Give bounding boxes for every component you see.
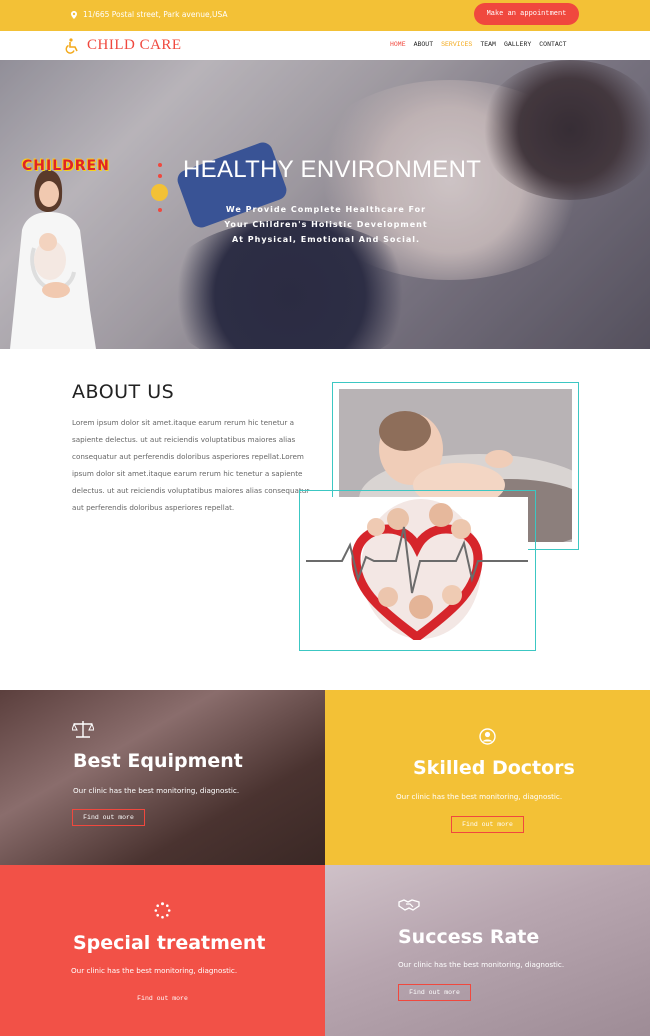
family-heart-photo: [306, 497, 528, 640]
feature-desc: Our clinic has the best monitoring, diag…: [396, 792, 563, 801]
mother-baby-image: [10, 170, 96, 349]
hero-title: HEALTHY ENVIRONMENT: [183, 156, 482, 183]
make-appointment-button[interactable]: Make an appointment: [474, 3, 579, 25]
find-out-more-button[interactable]: Find out more: [126, 990, 199, 1007]
children-badge: CHILDREN: [22, 158, 110, 174]
feature-skilled-doctors: Skilled Doctors Our clinic has the best …: [325, 690, 650, 865]
handshake-icon: [398, 899, 420, 911]
feature-desc: Our clinic has the best monitoring, diag…: [398, 960, 565, 969]
brand-name: CHILD CARE: [87, 37, 182, 53]
feature-title: Special treatment: [73, 932, 266, 954]
feature-success-rate: Success Rate Our clinic has the best mon…: [325, 865, 650, 1036]
user-circle-icon: [479, 728, 496, 745]
nav-item-about[interactable]: ABOUT: [414, 41, 434, 48]
feature-desc: Our clinic has the best monitoring, diag…: [73, 786, 240, 795]
about-text: Lorem ipsum dolor sit amet.itaque earum …: [72, 418, 310, 512]
find-out-more-button[interactable]: Find out more: [72, 809, 145, 826]
wheelchair-icon: [65, 37, 78, 54]
nav-item-services[interactable]: SERVICES: [441, 41, 472, 48]
address: 11/665 Postal street, Park avenue,USA: [71, 10, 228, 19]
feature-title: Best Equipment: [73, 750, 243, 772]
find-out-more-button[interactable]: Find out more: [398, 984, 471, 1001]
main-menu: HOME ABOUT SERVICES TEAM GALLERY CONTACT: [390, 41, 567, 48]
about-title: ABOUT US: [72, 381, 175, 403]
nav-item-contact[interactable]: CONTACT: [539, 41, 566, 48]
spinner-icon: [154, 902, 171, 919]
find-out-more-button[interactable]: Find out more: [451, 816, 524, 833]
feature-special-treatment: Special treatment Our clinic has the bes…: [0, 865, 325, 1036]
logo[interactable]: CHILD CARE: [64, 37, 182, 54]
map-pin-icon: [71, 10, 77, 19]
top-bar: 11/665 Postal street, Park avenue,USA Ma…: [0, 0, 650, 31]
scale-icon: [72, 721, 94, 738]
nav-item-home[interactable]: HOME: [390, 41, 406, 48]
navbar: CHILD CARE HOME ABOUT SERVICES TEAM GALL…: [0, 31, 650, 60]
feature-title: Skilled Doctors: [413, 757, 575, 779]
address-text: 11/665 Postal street, Park avenue,USA: [83, 10, 228, 19]
feature-desc: Our clinic has the best monitoring, diag…: [71, 966, 238, 975]
nav-item-team[interactable]: TEAM: [480, 41, 496, 48]
hero-subtitle: We Provide Complete Healthcare For Your …: [224, 205, 428, 244]
nav-item-gallery[interactable]: GALLERY: [504, 41, 531, 48]
hero-banner: CHILDREN HEALTHY ENVIRONMENT We Provide …: [0, 60, 650, 349]
feature-best-equipment: Best Equipment Our clinic has the best m…: [0, 690, 325, 865]
feature-title: Success Rate: [398, 926, 540, 948]
